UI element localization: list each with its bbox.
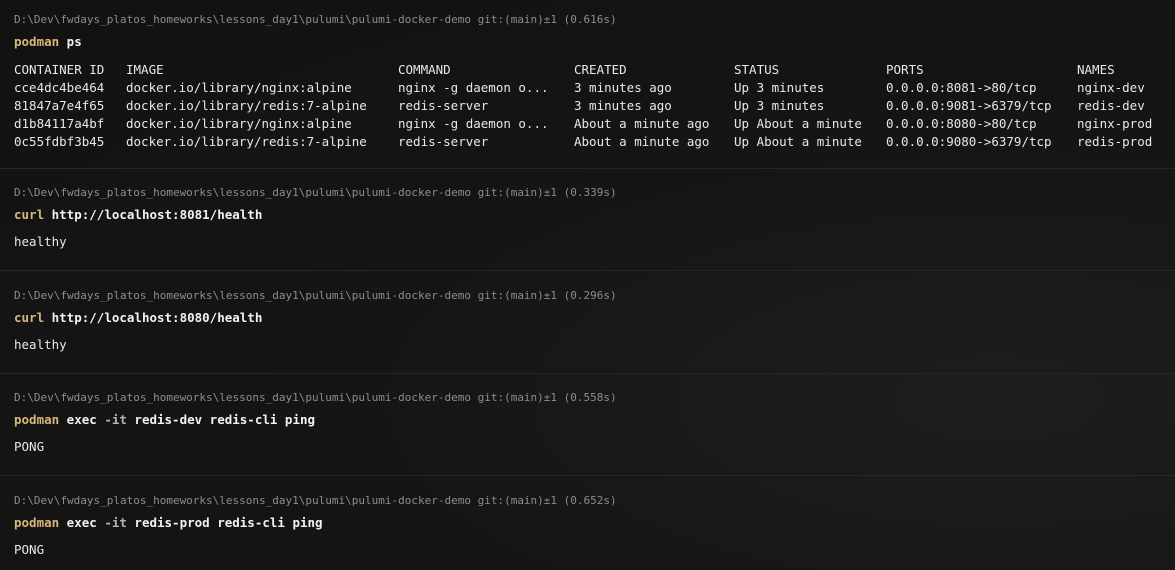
cell-names: redis-prod xyxy=(1077,133,1153,149)
command-program: podman xyxy=(14,34,60,49)
command-args: http://localhost:8081/health xyxy=(44,207,263,222)
command-args: ps xyxy=(59,34,82,49)
cell-image: docker.io/library/redis:7-alpine xyxy=(126,133,367,149)
table-row: 81847a7e4f65 docker.io/library/redis:7-a… xyxy=(14,96,1152,114)
prompt-line: D:\Dev\fwdays_platos_homeworks\lessons_d… xyxy=(14,494,617,507)
command-block-exec-redis-dev[interactable]: D:\Dev\fwdays_platos_homeworks\lessons_d… xyxy=(0,374,1175,475)
cell-names: redis-dev xyxy=(1077,97,1145,113)
column-header-command: COMMAND xyxy=(398,61,451,77)
cell-ports: 0.0.0.0:8080->80/tcp xyxy=(886,115,1037,131)
cell-command: redis-server xyxy=(398,133,489,149)
column-header-created: CREATED xyxy=(574,61,627,77)
prompt-line: D:\Dev\fwdays_platos_homeworks\lessons_d… xyxy=(14,391,617,404)
column-header-names: NAMES xyxy=(1077,61,1115,77)
command-args: redis-dev redis-cli ping xyxy=(126,412,316,427)
command-line: curl http://localhost:8080/health xyxy=(14,310,262,325)
cell-image: docker.io/library/nginx:alpine xyxy=(126,79,352,95)
column-header-container-id: CONTAINER ID xyxy=(14,61,105,77)
cell-created: About a minute ago xyxy=(574,115,710,131)
command-args: redis-prod redis-cli ping xyxy=(126,515,323,530)
command-output: PONG xyxy=(14,439,45,454)
cell-container-id: 0c55fdbf3b45 xyxy=(14,133,105,149)
cell-created: 3 minutes ago xyxy=(574,79,672,95)
prompt-line: D:\Dev\fwdays_platos_homeworks\lessons_d… xyxy=(14,289,617,302)
table-row: 0c55fdbf3b45 docker.io/library/redis:7-a… xyxy=(14,132,1152,150)
cell-image: docker.io/library/nginx:alpine xyxy=(126,115,352,131)
container-table: CONTAINER ID IMAGE COMMAND CREATED STATU… xyxy=(14,60,1152,150)
command-args: http://localhost:8080/health xyxy=(44,310,263,325)
command-output: healthy xyxy=(14,337,67,352)
command-program: curl xyxy=(14,207,45,222)
command-args-pre: exec xyxy=(59,412,105,427)
table-row: d1b84117a4bf docker.io/library/nginx:alp… xyxy=(14,114,1152,132)
command-block-curl-8080[interactable]: D:\Dev\fwdays_platos_homeworks\lessons_d… xyxy=(0,271,1175,373)
command-program: curl xyxy=(14,310,45,325)
command-flag: -it xyxy=(104,515,127,530)
cell-created: About a minute ago xyxy=(574,133,710,149)
cell-container-id: 81847a7e4f65 xyxy=(14,97,105,113)
cell-names: nginx-dev xyxy=(1077,79,1145,95)
column-header-status: STATUS xyxy=(734,61,780,77)
cell-created: 3 minutes ago xyxy=(574,97,672,113)
command-args-pre: exec xyxy=(59,515,105,530)
command-line: podman exec -it redis-prod redis-cli pin… xyxy=(14,515,323,530)
table-row: cce4dc4be464 docker.io/library/nginx:alp… xyxy=(14,78,1152,96)
cell-command: nginx -g daemon o... xyxy=(398,115,549,131)
command-output: healthy xyxy=(14,234,67,249)
cell-status: Up 3 minutes xyxy=(734,97,825,113)
table-header-row: CONTAINER ID IMAGE COMMAND CREATED STATU… xyxy=(14,60,1152,78)
cell-container-id: d1b84117a4bf xyxy=(14,115,105,131)
cell-ports: 0.0.0.0:9080->6379/tcp xyxy=(886,133,1052,149)
command-block-exec-redis-prod[interactable]: D:\Dev\fwdays_platos_homeworks\lessons_d… xyxy=(0,476,1175,570)
command-program: podman xyxy=(14,412,60,427)
cell-ports: 0.0.0.0:9081->6379/tcp xyxy=(886,97,1052,113)
cell-names: nginx-prod xyxy=(1077,115,1153,131)
command-line: podman exec -it redis-dev redis-cli ping xyxy=(14,412,315,427)
cell-status: Up About a minute xyxy=(734,133,862,149)
command-block-curl-8081[interactable]: D:\Dev\fwdays_platos_homeworks\lessons_d… xyxy=(0,169,1175,270)
column-header-image: IMAGE xyxy=(126,61,164,77)
cell-image: docker.io/library/redis:7-alpine xyxy=(126,97,367,113)
command-flag: -it xyxy=(104,412,127,427)
cell-ports: 0.0.0.0:8081->80/tcp xyxy=(886,79,1037,95)
cell-command: redis-server xyxy=(398,97,489,113)
cell-status: Up 3 minutes xyxy=(734,79,825,95)
command-line: curl http://localhost:8081/health xyxy=(14,207,262,222)
command-program: podman xyxy=(14,515,60,530)
command-block-podman-ps[interactable]: D:\Dev\fwdays_platos_homeworks\lessons_d… xyxy=(0,0,1175,168)
cell-command: nginx -g daemon o... xyxy=(398,79,549,95)
column-header-ports: PORTS xyxy=(886,61,924,77)
command-line: podman ps xyxy=(14,34,82,49)
prompt-line: D:\Dev\fwdays_platos_homeworks\lessons_d… xyxy=(14,186,617,199)
command-output: PONG xyxy=(14,542,45,557)
cell-container-id: cce4dc4be464 xyxy=(14,79,105,95)
prompt-line: D:\Dev\fwdays_platos_homeworks\lessons_d… xyxy=(14,13,617,26)
cell-status: Up About a minute xyxy=(734,115,862,131)
